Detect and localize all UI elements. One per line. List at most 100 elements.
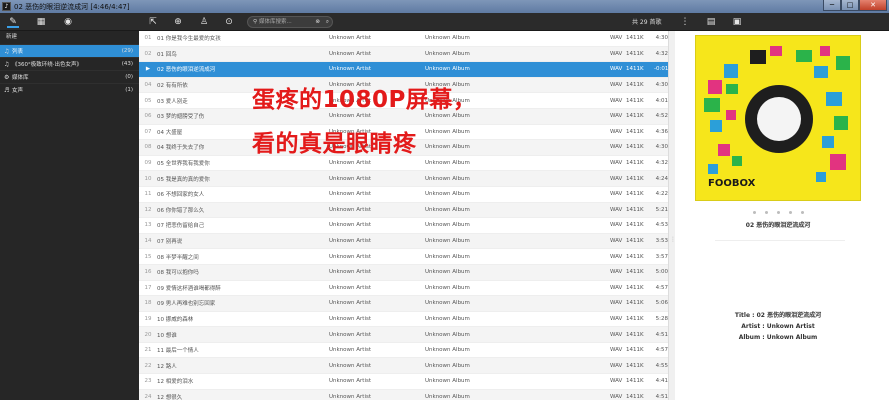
- track-album: Unknown Album: [425, 128, 470, 135]
- panel-splitter[interactable]: ⋮: [668, 31, 676, 400]
- disc-icon[interactable]: ◉: [62, 16, 74, 28]
- track-title: 07 把悲伤留给自己: [157, 223, 205, 230]
- track-album: Unknown Album: [425, 175, 470, 182]
- cover-panel-icon[interactable]: ▣: [731, 16, 743, 28]
- track-row[interactable]: 22 12 路人 Unknown Artist Unknown Album WAV 141…: [139, 358, 668, 375]
- track-index: 17: [144, 284, 152, 291]
- track-format: WAV: [610, 175, 623, 182]
- more-menu-icon[interactable]: ⋮: [679, 16, 691, 28]
- track-artist: Unknown Artist: [329, 175, 372, 182]
- add-icon[interactable]: ⊕: [172, 16, 184, 28]
- track-row[interactable]: 24 12 想很久 Unknown Artist Unknown Album WAV 14…: [139, 389, 668, 400]
- track-row[interactable]: 19 10 挪威的森林 Unknown Artist Unknown Album WAV…: [139, 312, 668, 328]
- playlist-count: (29): [121, 48, 133, 54]
- track-title: 05 我是真的真的爱你: [157, 176, 210, 183]
- playlist-icon: ♫: [4, 60, 10, 68]
- track-row[interactable]: 09 05 全世界我有我爱你 Unknown Artist Unknown Album…: [139, 156, 668, 172]
- track-bitrate: 1411K: [626, 253, 644, 260]
- track-album: Unknown Album: [425, 238, 470, 245]
- track-row[interactable]: 10 05 我是真的真的爱你 Unknown Artist Unknown Album…: [139, 171, 668, 187]
- track-album: Unknown Album: [425, 160, 470, 167]
- export-icon[interactable]: ⇱: [147, 16, 159, 28]
- search-input[interactable]: ⚲ 媒体库搜索... ⊗ ⌕: [247, 16, 333, 28]
- track-bitrate: 1411K: [626, 82, 644, 89]
- track-row[interactable]: 11 06 不想回家的女人 Unknown Artist Unknown Album W…: [139, 187, 668, 203]
- track-duration: 3:57: [655, 253, 668, 260]
- track-title: 10 挪威的森林: [157, 316, 194, 323]
- track-album: Unknown Album: [425, 284, 470, 291]
- track-bitrate: 1411K: [626, 66, 644, 73]
- playlist-panel-icon[interactable]: ▤: [705, 16, 717, 28]
- track-album: Unknown Album: [425, 66, 470, 73]
- track-title: 06 你你错了那么久: [157, 207, 205, 214]
- new-playlist-button[interactable]: 新建: [0, 31, 139, 44]
- track-row-playing[interactable]: ▶ 02 恶伤的眼泪逆流成河 Unknown Artist Unknown Album…: [139, 62, 668, 78]
- track-artist: Unknown Artist: [329, 284, 372, 291]
- grid-icon[interactable]: ▦: [35, 16, 47, 28]
- sidebar-playlist-item[interactable]: ⚙ 媒体库 (0): [0, 70, 139, 83]
- track-bitrate: 1411K: [626, 144, 644, 151]
- close-button[interactable]: ✕: [859, 0, 887, 11]
- track-duration: 4:52: [655, 113, 668, 120]
- track-bitrate: 1411K: [626, 347, 644, 354]
- track-bitrate: 1411K: [626, 128, 644, 135]
- overlay-caption-line1: 蛋疼的1080P屏幕，: [252, 87, 477, 113]
- track-duration: 3:53: [655, 238, 668, 245]
- track-row[interactable]: 21 11 最后一个情人 Unknown Artist Unknown Album WA…: [139, 343, 668, 359]
- track-row[interactable]: 20 10 想谁 Unknown Artist Unknown Album WAV 141…: [139, 327, 668, 343]
- track-album: Unknown Album: [425, 253, 470, 260]
- minimize-button[interactable]: ─: [823, 0, 841, 11]
- track-artist: Unknown Artist: [329, 362, 372, 369]
- track-bitrate: 1411K: [626, 222, 644, 229]
- track-album: Unknown Album: [425, 191, 470, 198]
- track-row[interactable]: 16 08 我可以抱你吗 Unknown Artist Unknown Album WA…: [139, 264, 668, 281]
- track-artist: Unknown Artist: [329, 35, 372, 42]
- track-title: 12 相爱的泪水: [157, 379, 194, 386]
- track-bitrate: 1411K: [626, 269, 644, 276]
- playlist-name: 女声: [12, 88, 24, 94]
- splitter-grip-icon[interactable]: ⋮: [670, 236, 676, 246]
- track-album: Unknown Album: [425, 113, 470, 120]
- sidebar-playlist-item[interactable]: ♫ 列表 (29): [0, 44, 139, 57]
- artist-icon[interactable]: ♙: [198, 16, 210, 28]
- playlist-icon: ♬: [4, 86, 10, 94]
- track-row[interactable]: 23 12 相爱的泪水 Unknown Artist Unknown Album WAV…: [139, 374, 668, 390]
- track-duration: 4:57: [655, 347, 668, 354]
- clear-search-icon[interactable]: ⊗: [315, 17, 320, 27]
- track-row[interactable]: 14 07 别再说 Unknown Artist Unknown Album WAV 14…: [139, 233, 668, 250]
- track-row[interactable]: 01 01 你是我今生最爱的女孩 Unknown Artist Unknown Alb…: [139, 31, 668, 47]
- track-bitrate: 1411K: [626, 50, 644, 57]
- track-row[interactable]: 17 09 爱情这杯酒谁喝都得醉 Unknown Artist Unknown Alb…: [139, 281, 668, 297]
- track-artist: Unknown Artist: [329, 253, 372, 260]
- sidebar-playlist-item[interactable]: ♬ 女声 (1): [0, 83, 139, 96]
- maximize-button[interactable]: □: [841, 0, 859, 11]
- toolbar: ✎ ▦ ◉ ⇱ ⊕ ♙ ⊙ ⚲ 媒体库搜索... ⊗ ⌕ 共 29 首歌 ⋮ ▤ …: [0, 13, 889, 31]
- track-index: 02: [144, 50, 152, 57]
- track-duration: 4:51: [655, 331, 668, 338]
- track-index: ▶: [145, 66, 151, 73]
- track-artist: Unknown Artist: [329, 331, 372, 338]
- track-bitrate: 1411K: [626, 160, 644, 167]
- window-title: 02 恶伤的眼泪逆流成河 [4:46/4:47]: [14, 2, 130, 11]
- track-bitrate: 1411K: [626, 315, 644, 322]
- track-album: Unknown Album: [425, 362, 470, 369]
- playlist-count: (1): [125, 87, 133, 93]
- track-row[interactable]: 13 07 把悲伤留给自己 Unknown Artist Unknown Album W…: [139, 218, 668, 234]
- search-icon[interactable]: ⌕: [326, 17, 329, 27]
- track-title: 07 别再说: [157, 239, 183, 246]
- settings-icon[interactable]: ⊙: [223, 16, 235, 28]
- track-row[interactable]: 02 01 回鸟 Unknown Artist Unknown Album WAV 141…: [139, 46, 668, 63]
- track-duration: 5:28: [655, 315, 668, 322]
- track-index: 12: [144, 206, 152, 213]
- edit-icon[interactable]: ✎: [7, 16, 19, 28]
- sidebar-playlist-item[interactable]: ♫ 《360°极致环绕·出色女声》 (43): [0, 57, 139, 70]
- track-bitrate: 1411K: [626, 175, 644, 182]
- track-format: WAV: [610, 50, 623, 57]
- carousel-dots[interactable]: [753, 211, 804, 214]
- track-row[interactable]: 18 09 男人再难也别忘回家 Unknown Artist Unknown Albu…: [139, 296, 668, 312]
- app-icon: ♪: [2, 2, 11, 11]
- track-row[interactable]: 12 06 你你错了那么久 Unknown Artist Unknown Album W…: [139, 202, 668, 219]
- track-artist: Unknown Artist: [329, 269, 372, 276]
- track-row[interactable]: 15 08 半梦半醒之间 Unknown Artist Unknown Album WA…: [139, 249, 668, 265]
- playlist-name: 媒体库: [12, 75, 29, 81]
